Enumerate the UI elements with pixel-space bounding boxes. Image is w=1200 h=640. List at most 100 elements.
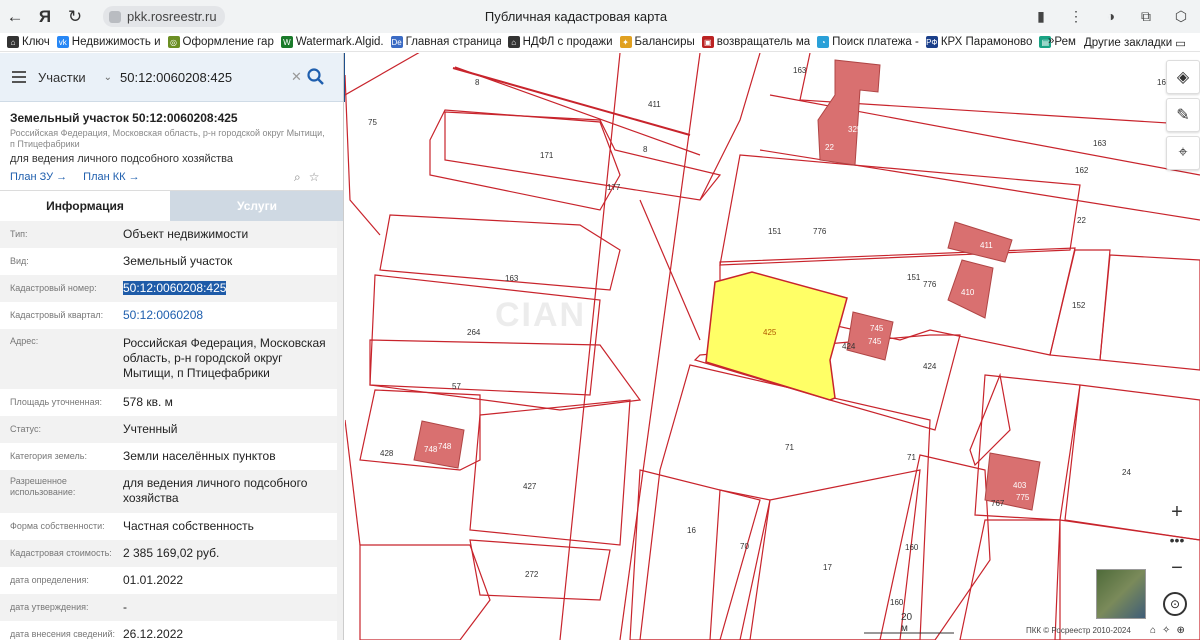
search-input[interactable]: 50:12:0060208:425 — [120, 70, 280, 85]
bookmark-item[interactable]: ⌂ НДФЛ с продажи — [507, 36, 613, 48]
parcel-label: 16 — [687, 526, 696, 535]
table-row: Кадастровый квартал: 50:12:0060208 — [0, 302, 337, 329]
row-key: Форма собственности: — [10, 521, 105, 531]
other-bookmarks-button[interactable]: Другие закладки ▭ — [1084, 36, 1186, 50]
parcel-label: 171 — [540, 151, 554, 160]
parcel-label: 411 — [980, 241, 993, 250]
table-row: Разрешенное использование: для ведения ли… — [0, 470, 337, 513]
row-key: Кадастровая стоимость: — [10, 548, 112, 558]
row-key: Разрешенное использование: — [10, 476, 76, 497]
layers-icon[interactable]: ◈ — [1166, 60, 1200, 94]
star-icon[interactable]: ☆ — [309, 170, 320, 185]
parcel-label: 163 — [505, 274, 519, 283]
search-type-select[interactable]: Участки ⌄ — [38, 70, 120, 85]
table-row: Кадастровый номер: 50:12:0060208:425 — [0, 275, 337, 302]
basemap-thumbnail[interactable] — [1096, 569, 1146, 619]
parcel-label: 428 — [380, 449, 394, 458]
row-value: 2 385 169,02 руб. — [123, 546, 220, 560]
vk-icon: vk — [56, 36, 69, 48]
copyright-text: ПКК © Росреестр 2010-2024 — [1026, 626, 1131, 635]
parcel-label: 8 — [643, 145, 648, 154]
row-value: Частная собственность — [123, 519, 254, 533]
bag-icon: ▣ — [701, 36, 714, 48]
bookmarks-overflow-button[interactable]: » — [1048, 35, 1054, 47]
row-key: Вид: — [10, 256, 29, 266]
parcel-label: 325 — [860, 93, 874, 102]
parcel-label: 22 — [1077, 216, 1086, 225]
browser-toolbar: ← Я ↻ pkk.rosreestr.ru Публичная кадастр… — [0, 0, 1200, 33]
scrollbar[interactable] — [337, 221, 343, 640]
parcel-label: 71 — [785, 443, 794, 452]
cadastral-quarter-link[interactable]: 50:12:0060208 — [123, 308, 329, 323]
object-address: Российская Федерация, Московская область… — [10, 128, 325, 149]
search-bar: Участки ⌄ 50:12:0060208:425 ✕ — [0, 53, 343, 102]
plan-kk-label: План КК — [83, 171, 126, 183]
ruler-icon[interactable]: ✎ — [1166, 98, 1200, 132]
parcel-label: 24 — [1122, 468, 1131, 477]
bookmark-item[interactable]: ◎ Оформление гар — [167, 36, 274, 48]
zoom-out-button[interactable]: − — [1160, 556, 1194, 580]
bookmark-item[interactable]: РФ КРХ Парамоново — [925, 36, 1032, 48]
clear-icon[interactable]: ✕ — [291, 69, 302, 85]
table-row: Статус: Учтенный — [0, 416, 337, 443]
bookmark-item[interactable]: ◔ Поиск платежа - — [817, 36, 919, 48]
sidebar-toggle-icon[interactable]: ◑ — [1100, 5, 1122, 27]
rf-icon: РФ — [925, 36, 938, 48]
bookmark-item[interactable]: W Watermark.Algid. — [280, 36, 384, 48]
tab-info[interactable]: Информация — [0, 191, 170, 221]
parcel-label: 264 — [467, 328, 481, 337]
cadastral-number-value[interactable]: 50:12:0060208:425 — [123, 281, 227, 295]
bookmark-icon[interactable]: ▮ — [1030, 5, 1052, 27]
cadastral-map[interactable]: 8 411 75 171 8 177 163 264 57 428 427 27… — [345, 53, 1200, 640]
parcel-label: 424 — [842, 342, 856, 351]
tab-services[interactable]: Услуги — [170, 191, 343, 221]
menu-dots-icon[interactable]: ⋮ — [1065, 5, 1087, 27]
zoom-control: + ••• − — [1160, 500, 1194, 580]
bookmarks-bar: ⌂ Ключ vk Недвижимость и ◎ Оформление гар W… — [0, 33, 1200, 52]
home-icon[interactable]: ⌂ — [1150, 625, 1156, 636]
plan-zu-label: План ЗУ — [10, 171, 54, 183]
house-icon: ⌂ — [7, 36, 19, 48]
bookmark-item[interactable]: De Главная страница — [390, 36, 501, 48]
bookmark-item[interactable]: ✦ Балансиры — [619, 36, 695, 48]
search-icon[interactable] — [306, 67, 326, 87]
row-value: Земли населённых пунктов — [123, 449, 276, 463]
parcel-label: 272 — [525, 570, 539, 579]
parcel-label: 152 — [1072, 301, 1086, 310]
pin-icon: ✦ — [619, 36, 632, 48]
row-value: 50:12:0060208:425 — [123, 281, 329, 296]
bookmark-item[interactable]: ▤ Рем — [1039, 36, 1076, 48]
map-watermark: CIAN — [495, 296, 587, 334]
table-row: дата определения: 01.01.2022 — [0, 567, 337, 594]
spark-icon[interactable]: ✧ — [1162, 625, 1170, 636]
row-key: дата утверждения: — [10, 602, 89, 612]
bookmark-item[interactable]: ⌂ Ключ — [7, 36, 50, 48]
parcel-label: 70 — [740, 542, 749, 551]
object-title: Земельный участок 50:12:0060208:425 — [10, 111, 238, 125]
more-icon[interactable]: ••• — [1160, 528, 1194, 552]
info-table: Тип: Объект недвижимости Вид: Земельный уч… — [0, 221, 337, 640]
row-value: - — [123, 600, 127, 614]
row-key: Категория земель: — [10, 451, 87, 461]
locate-icon[interactable]: ⌖ — [1166, 136, 1200, 170]
bookmark-item[interactable]: ▣ возвращатель ма — [701, 36, 810, 48]
pin-icon[interactable]: ⊕ — [1176, 625, 1184, 636]
zoom-to-icon[interactable]: ⌕ — [294, 170, 301, 185]
compass-icon[interactable]: ⊙ — [1163, 592, 1187, 616]
account-icon[interactable]: ⬡ — [1170, 5, 1192, 27]
de-icon: De — [390, 36, 403, 48]
zoom-in-button[interactable]: + — [1160, 500, 1194, 524]
row-value: Российская Федерация, Московская область… — [123, 336, 326, 380]
plan-zu-link[interactable]: План ЗУ → — [10, 171, 67, 183]
parcel-label: 427 — [523, 482, 537, 491]
plan-kk-link[interactable]: План КК → — [83, 171, 139, 183]
page-title: Публичная кадастровая карта — [484, 9, 668, 24]
map-labels: 8 411 75 171 8 177 163 264 57 428 427 27… — [345, 53, 1200, 640]
bookmark-item[interactable]: vk Недвижимость и — [56, 36, 161, 48]
downloads-icon[interactable]: ⧉ — [1135, 5, 1157, 27]
circle-icon: ◔ — [817, 36, 830, 48]
menu-icon[interactable] — [0, 71, 38, 83]
table-row: Категория земель: Земли населённых пункто… — [0, 443, 337, 470]
row-value: 26.12.2022 — [123, 627, 184, 640]
row-value: 01.01.2022 — [123, 573, 184, 587]
